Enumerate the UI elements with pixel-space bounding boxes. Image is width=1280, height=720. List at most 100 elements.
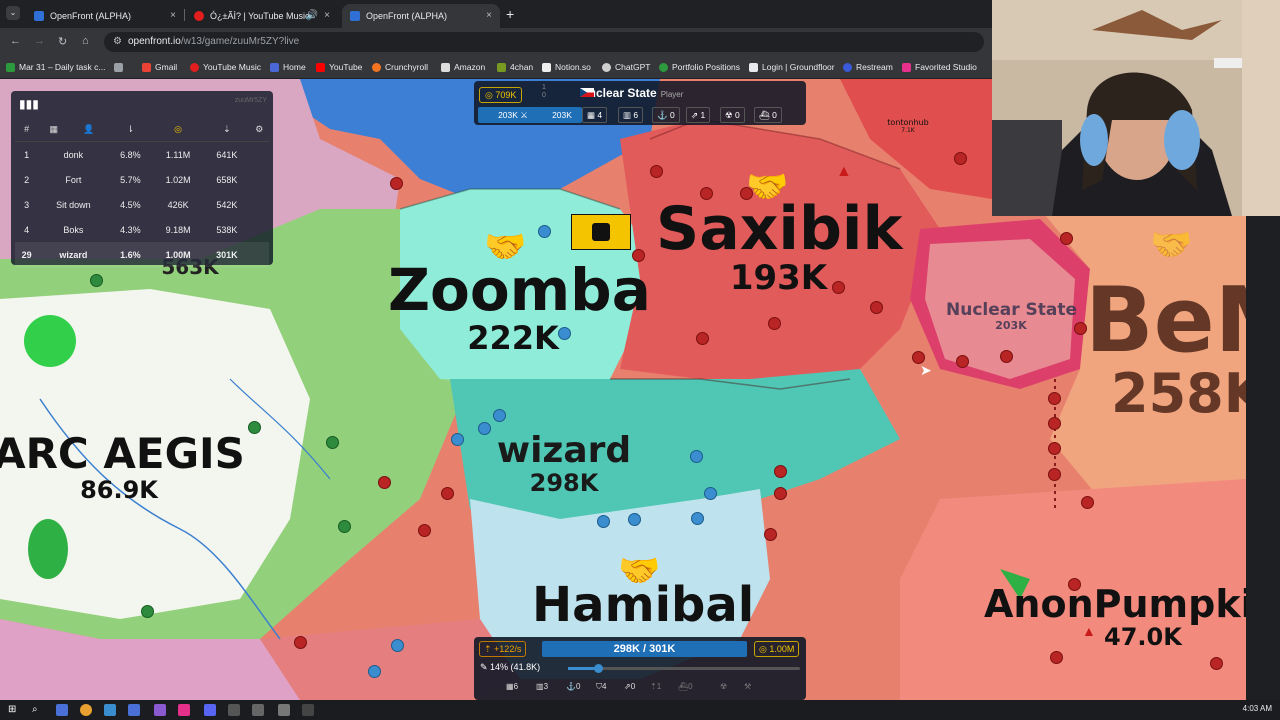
city-count: ▦ 4 bbox=[582, 107, 608, 123]
windows-start-icon[interactable]: ⊞ bbox=[8, 704, 20, 716]
app-icon[interactable] bbox=[104, 704, 116, 716]
app-icon[interactable] bbox=[56, 704, 68, 716]
app-icon[interactable] bbox=[178, 704, 190, 716]
tab-openfront-1[interactable]: OpenFront (ALPHA) × bbox=[26, 4, 184, 28]
missile-count: ⇗ 1 bbox=[686, 107, 711, 123]
build-warship-button[interactable]: ⛴0 bbox=[678, 682, 693, 691]
city-icon bbox=[774, 487, 787, 500]
rank-header[interactable]: # bbox=[15, 117, 39, 142]
table-row[interactable]: 4 Boks 4.3% 9.18M 538K bbox=[15, 217, 269, 242]
scrollbar[interactable] bbox=[250, 142, 269, 168]
build-missile-button[interactable]: ⇗0 bbox=[624, 682, 635, 691]
bookmark-gmail[interactable]: Gmail bbox=[142, 60, 177, 74]
discord-icon[interactable] bbox=[204, 704, 216, 716]
city-icon bbox=[632, 249, 645, 262]
close-icon[interactable]: × bbox=[170, 10, 176, 21]
app-icon[interactable] bbox=[128, 704, 140, 716]
tab-openfront-active[interactable]: OpenFront (ALPHA) × bbox=[342, 4, 500, 28]
city-icon bbox=[1000, 350, 1013, 363]
tab-youtube-music[interactable]: Ó¿±ÃÌ? | YouTube Music 🔊 × bbox=[186, 4, 338, 28]
notion-icon bbox=[542, 62, 551, 72]
land-share-header-icon[interactable]: ⇂ bbox=[108, 117, 153, 142]
bookmark-restream[interactable]: Restream bbox=[843, 60, 893, 74]
green-city-icon bbox=[338, 520, 351, 533]
build-city-button[interactable]: ▦6 bbox=[506, 682, 518, 691]
build-factory-button[interactable]: ▥3 bbox=[536, 682, 548, 691]
player-gold-badge: ◎ 709K bbox=[479, 87, 523, 103]
close-icon[interactable]: × bbox=[324, 10, 330, 21]
back-icon[interactable]: ← bbox=[10, 35, 21, 47]
nuke-icon[interactable]: ☢ bbox=[720, 682, 727, 691]
app-icon[interactable] bbox=[228, 704, 240, 716]
search-icon[interactable]: ⌕ bbox=[32, 704, 44, 716]
bookmark-youtube[interactable]: YouTube bbox=[316, 60, 362, 74]
youtube-music-icon bbox=[190, 62, 199, 72]
app-icon[interactable] bbox=[252, 704, 264, 716]
game-id: zuuMr5ZY bbox=[234, 97, 267, 104]
land-header-icon[interactable]: ▦ bbox=[38, 117, 70, 142]
chrome-icon[interactable] bbox=[80, 704, 92, 716]
leaderboard-panel: ▮▮▮ zuuMr5ZY # ▦ 👤 ⇂ ◎ ⇣ ⚙ 1 donk 6.8% 1… bbox=[11, 91, 273, 267]
gold-header-icon[interactable]: ◎ bbox=[152, 117, 205, 142]
troops-header-icon[interactable]: ⇣ bbox=[204, 117, 250, 142]
table-row[interactable]: 2 Fort 5.7% 1.02M 658K bbox=[15, 167, 269, 192]
bookmark-groundfloor[interactable]: Login | Groundfloor bbox=[749, 60, 835, 74]
port-icon bbox=[558, 327, 571, 340]
green-city-icon bbox=[326, 436, 339, 449]
settings-icon[interactable] bbox=[278, 704, 290, 716]
build-port-button[interactable]: ⚓0 bbox=[566, 682, 580, 691]
apps-icon[interactable] bbox=[114, 60, 127, 74]
taskbar-clock[interactable]: 4:03 AM bbox=[1243, 704, 1272, 713]
table-row[interactable]: 3 Sit down 4.5% 426K 542K bbox=[15, 192, 269, 217]
city-icon bbox=[441, 487, 454, 500]
home-bookmark-icon bbox=[270, 62, 279, 72]
tab-search-button[interactable]: ⌄ bbox=[6, 6, 20, 20]
bookmark-home[interactable]: Home bbox=[270, 60, 306, 74]
hammer-icon[interactable]: ⚒ bbox=[744, 682, 751, 691]
settings-icon[interactable]: ⚙ bbox=[249, 117, 269, 142]
new-tab-button[interactable]: + bbox=[506, 6, 514, 22]
bookmark-favorited-studio[interactable]: Favorited Studio bbox=[902, 60, 977, 74]
troop-rate-badge: ⇡ +122/s bbox=[479, 641, 527, 657]
bookmark-notion[interactable]: Notion.so bbox=[542, 60, 591, 74]
attack-ratio-slider[interactable] bbox=[568, 664, 800, 673]
build-silo-button[interactable]: ⇡1 bbox=[650, 682, 661, 691]
mouse-cursor-icon: ➤ bbox=[920, 362, 932, 378]
territory-label-tontonhub: tontonhub 7.1K bbox=[887, 118, 929, 134]
table-row-self[interactable]: 29 wizard 1.6% 1.00M 301K bbox=[15, 242, 269, 267]
table-row[interactable]: 1 donk 6.8% 1.11M 641K bbox=[15, 142, 269, 168]
bookmark-daily-task[interactable]: Mar 31 – Daily task c... bbox=[6, 60, 105, 74]
city-icon bbox=[700, 187, 713, 200]
city-icon bbox=[1048, 442, 1061, 455]
forward-icon[interactable]: → bbox=[34, 35, 45, 47]
territory-label-bem: BeM 258K bbox=[1085, 268, 1246, 425]
player-header-icon[interactable]: 👤 bbox=[69, 117, 109, 142]
city-icon bbox=[390, 177, 403, 190]
site-info-icon[interactable]: ⚙ bbox=[113, 36, 122, 47]
app-icon[interactable] bbox=[154, 704, 166, 716]
territory-label-anonpumpkin: AnonPumpkin 47.0K bbox=[984, 582, 1246, 651]
bookmark-amazon[interactable]: Amazon bbox=[441, 60, 485, 74]
bookmark-crunchyroll[interactable]: Crunchyroll bbox=[372, 60, 428, 74]
app-icon[interactable] bbox=[302, 704, 314, 716]
leaderboard-toggle-icon[interactable]: ▮▮▮ bbox=[19, 97, 39, 111]
speaker-icon[interactable]: 🔊 bbox=[306, 10, 318, 21]
city-icon bbox=[954, 152, 967, 165]
bookmark-4chan[interactable]: 4chan bbox=[497, 60, 533, 74]
home-icon[interactable]: ⌂ bbox=[82, 35, 89, 47]
build-defense-button[interactable]: ⛉4 bbox=[596, 682, 606, 692]
restream-icon bbox=[843, 62, 852, 72]
bookmark-portfolio[interactable]: Portfolio Positions bbox=[659, 60, 740, 74]
territory-label-zoomba: Zoomba 222K bbox=[388, 256, 651, 357]
close-icon[interactable]: × bbox=[486, 10, 492, 21]
bookmark-youtube-music[interactable]: YouTube Music bbox=[190, 60, 261, 74]
port-count: ⚓ 0 bbox=[652, 107, 680, 123]
bookmark-chatgpt[interactable]: ChatGPT bbox=[602, 60, 650, 74]
attack-ratio-label: ✎ 14% (41.8K) bbox=[480, 662, 541, 672]
reload-icon[interactable]: ↻ bbox=[58, 35, 67, 48]
player-info-panel: ◎ 709K 10 Nuclear State Player 203K ⚔ 203… bbox=[474, 81, 806, 125]
address-bar[interactable]: ⚙ openfront.io/w13/game/zuuMr5ZY?live bbox=[104, 32, 984, 52]
handshake-icon: 🤝 bbox=[484, 228, 527, 266]
slider-knob[interactable] bbox=[594, 664, 603, 673]
city-icon bbox=[1050, 651, 1063, 664]
